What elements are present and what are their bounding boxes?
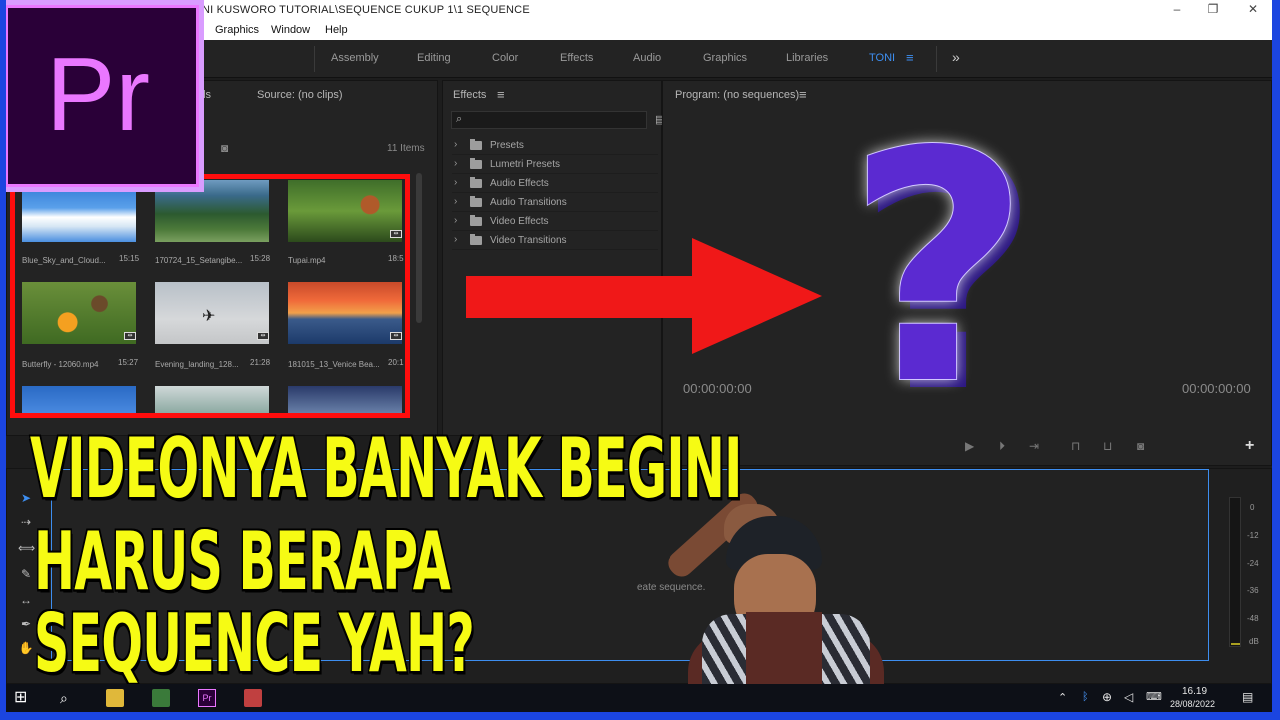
item-count: 11 Items — [387, 143, 425, 154]
lift-icon[interactable]: ⊓ — [1071, 439, 1080, 453]
watch — [656, 540, 670, 560]
menu-help[interactable]: Help — [325, 24, 348, 36]
highlight-box — [10, 174, 410, 418]
app-icon[interactable] — [244, 689, 262, 707]
tab-source[interactable]: Source: (no clips) — [257, 89, 343, 101]
red-arrow — [466, 238, 822, 354]
meter-tick: -48 — [1247, 614, 1259, 623]
effects-item-audio-transitions[interactable]: › Audio Transitions — [452, 193, 658, 212]
app-icon[interactable] — [152, 689, 170, 707]
close-icon[interactable]: ✕ — [1246, 2, 1260, 16]
search-icon: ⌕ — [456, 113, 463, 125]
extract-icon[interactable]: ⊔ — [1103, 439, 1112, 453]
effects-tab[interactable]: Effects — [453, 89, 486, 101]
divider — [314, 46, 315, 72]
windows-taskbar: ⊞ ⌕ Pr ⌃ ᛒ ⊕ ◁ ⌨ 16.19 28/08/2022 ▤ — [6, 684, 1272, 712]
timecode-left[interactable]: 00:00:00:00 — [683, 381, 752, 396]
overlay-line-2: HARUS BERAPA — [33, 512, 452, 609]
razor-tool-icon[interactable]: ✎ — [18, 566, 34, 582]
keyboard-icon[interactable]: ⌨ — [1146, 690, 1162, 703]
file-explorer-icon[interactable] — [106, 689, 124, 707]
folder-icon — [470, 158, 482, 169]
meter-level — [1231, 643, 1240, 645]
minimize-icon[interactable]: – — [1170, 2, 1184, 16]
overlay-line-1: VIDEONYA BANYAK BEGINI — [29, 418, 743, 518]
workspaces-overflow-icon[interactable]: » — [952, 49, 960, 65]
chevron-right-icon: › — [454, 234, 458, 245]
add-button-icon[interactable]: + — [1245, 437, 1254, 455]
workspace-editing[interactable]: Editing — [417, 52, 451, 64]
meter-tick: -36 — [1247, 586, 1259, 595]
overlay-line-3: SEQUENCE YAH? — [33, 594, 476, 691]
workspace-effects[interactable]: Effects — [560, 52, 593, 64]
clock-time[interactable]: 16.19 — [1182, 686, 1207, 697]
meter-unit: dB — [1249, 637, 1259, 646]
logo-text: Pr — [46, 37, 150, 153]
premiere-window: NI KUSWORO TUTORIAL\SEQUENCE CUKUP 1\1 S… — [6, 0, 1272, 712]
export-frame-icon[interactable]: ◙ — [1137, 439, 1144, 453]
effects-item-presets[interactable]: › Presets — [452, 136, 658, 155]
bluetooth-icon[interactable]: ᛒ — [1082, 691, 1089, 703]
chevron-right-icon: › — [454, 139, 458, 150]
effects-item-video-effects[interactable]: › Video Effects — [452, 212, 658, 231]
meter-tick: 0 — [1250, 503, 1255, 512]
question-mark-face: ? — [845, 83, 1031, 455]
workspace-assembly[interactable]: Assembly — [331, 52, 379, 64]
network-icon[interactable]: ⊕ — [1102, 690, 1112, 704]
divider — [936, 46, 937, 72]
effects-item-label: Audio Effects — [490, 178, 549, 189]
folder-icon — [470, 215, 482, 226]
ripple-edit-tool-icon[interactable]: ⟺ — [18, 540, 35, 556]
question-mark: ? ? — [840, 83, 1080, 462]
menu-graphics[interactable]: Graphics — [215, 24, 259, 36]
folder-icon — [470, 196, 482, 207]
pen-tool-icon[interactable]: ✒ — [18, 616, 34, 632]
scrollbar[interactable] — [416, 173, 422, 323]
clock-date[interactable]: 28/08/2022 — [1170, 699, 1215, 709]
premiere-logo: Pr — [6, 0, 204, 192]
effects-item-label: Presets — [490, 140, 524, 151]
effects-item-lumetri-presets[interactable]: › Lumetri Presets — [452, 155, 658, 174]
meter-tick: -24 — [1247, 559, 1259, 568]
workspace-audio[interactable]: Audio — [633, 52, 661, 64]
workspace-menu-icon[interactable]: ≡ — [906, 50, 914, 65]
camera-icon[interactable]: ◙ — [221, 141, 228, 155]
window-title: NI KUSWORO TUTORIAL\SEQUENCE CUKUP 1\1 S… — [202, 4, 530, 16]
program-tab[interactable]: Program: (no sequences) — [675, 89, 799, 101]
panel-menu-icon[interactable]: ≡ — [799, 87, 807, 102]
workspace-toni[interactable]: TONI — [869, 52, 895, 64]
video-frame: NI KUSWORO TUTORIAL\SEQUENCE CUKUP 1\1 S… — [0, 0, 1280, 720]
slip-tool-icon[interactable]: ↔ — [18, 592, 34, 608]
timecode-right: 00:00:00:00 — [1182, 381, 1251, 396]
chevron-right-icon: › — [454, 158, 458, 169]
restore-icon[interactable]: ❐ — [1206, 2, 1220, 16]
workspace-color[interactable]: Color — [492, 52, 518, 64]
effects-search-input[interactable]: ⌕ — [451, 111, 647, 129]
notifications-icon[interactable]: ▤ — [1242, 690, 1253, 704]
windows-start-icon[interactable]: ⊞ — [14, 689, 32, 707]
meter-tick: -12 — [1247, 531, 1259, 540]
effects-item-label: Audio Transitions — [490, 197, 567, 208]
logo-badge: Pr — [6, 5, 199, 187]
effects-item-audio-effects[interactable]: › Audio Effects — [452, 174, 658, 193]
presenter-photo — [628, 488, 928, 712]
audio-meter — [1229, 497, 1241, 647]
volume-icon[interactable]: ◁ — [1124, 690, 1133, 704]
menu-window[interactable]: Window — [271, 24, 310, 36]
workspace-graphics[interactable]: Graphics — [703, 52, 747, 64]
chevron-right-icon: › — [454, 196, 458, 207]
tray-chevron-up-icon[interactable]: ⌃ — [1058, 691, 1067, 704]
chevron-right-icon: › — [454, 215, 458, 226]
workspace-libraries[interactable]: Libraries — [786, 52, 828, 64]
arrow-shape — [466, 238, 822, 354]
premiere-taskbar-icon[interactable]: Pr — [198, 689, 216, 707]
folder-icon — [470, 177, 482, 188]
chevron-right-icon: › — [454, 177, 458, 188]
effects-item-label: Video Effects — [490, 216, 549, 227]
panel-menu-icon[interactable]: ≡ — [497, 87, 505, 102]
effects-item-label: Lumetri Presets — [490, 159, 561, 170]
folder-icon — [470, 139, 482, 150]
search-icon[interactable]: ⌕ — [60, 689, 78, 707]
hand-tool-icon[interactable]: ✋ — [18, 640, 34, 656]
